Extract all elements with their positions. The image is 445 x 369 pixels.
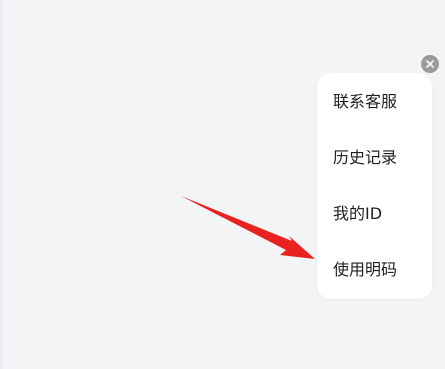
menu-item-use-plain-code[interactable]: 使用明码	[333, 253, 429, 287]
close-icon	[426, 60, 434, 68]
screen: 联系客服 历史记录 我的ID 使用明码	[0, 0, 445, 369]
menu-item-my-id[interactable]: 我的ID	[333, 197, 429, 231]
menu-item-history[interactable]: 历史记录	[333, 141, 429, 175]
popup-menu: 联系客服 历史记录 我的ID 使用明码	[317, 73, 432, 299]
menu-item-contact-support[interactable]: 联系客服	[333, 85, 429, 119]
close-button[interactable]	[421, 55, 439, 73]
left-edge-divider	[0, 0, 3, 369]
